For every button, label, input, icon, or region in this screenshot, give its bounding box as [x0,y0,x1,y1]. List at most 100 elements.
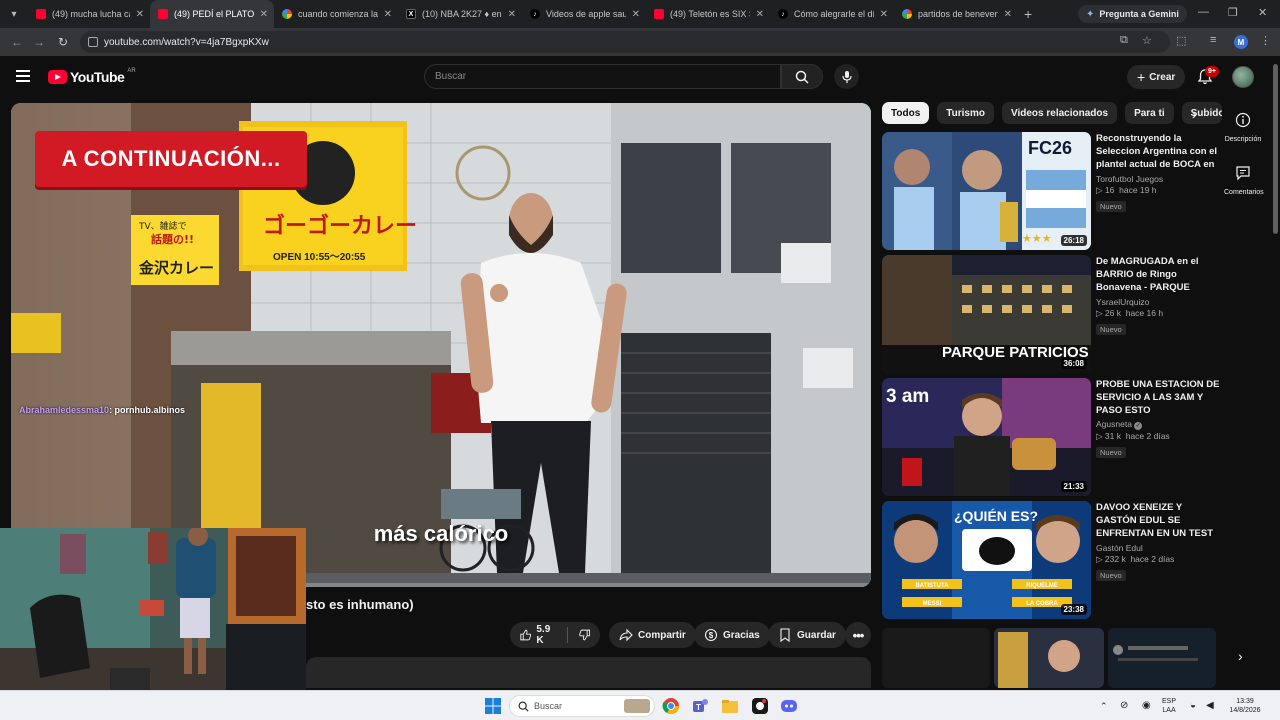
windows-start-icon[interactable] [484,697,502,715]
hamburger-menu-icon[interactable] [16,70,30,82]
voice-search-button[interactable] [834,64,859,89]
close-tab-icon[interactable]: ✕ [880,9,888,20]
close-tab-icon[interactable]: ✕ [384,9,392,20]
reading-list-icon[interactable]: ≡ [1210,34,1216,46]
volume-icon[interactable]: ◀ [1206,701,1214,711]
browser-tab[interactable]: ♪ Cómo alegrarle el día ✕ [770,0,894,28]
dislike-thumb-down-icon[interactable] [578,628,590,642]
discord-icon[interactable] [780,697,798,715]
channel-name[interactable]: Agusneta ✓ [1096,419,1220,430]
video-thumbnail[interactable]: 3 am 21:33 [882,378,1091,496]
recommendation-row-partial[interactable] [882,628,1216,688]
search-button[interactable] [781,64,823,89]
close-tab-icon[interactable]: ✕ [508,9,516,20]
maximize-icon[interactable]: ❐ [1228,6,1238,19]
chip-para-ti[interactable]: Para ti [1125,102,1174,124]
recommendation-item[interactable]: PARQUE PATRICIOS 36:08 De MAGRUGADA en e… [882,255,1222,373]
close-tab-icon[interactable]: ✕ [1004,9,1012,20]
chrome-icon[interactable] [662,697,680,715]
more-actions-button[interactable]: ••• [845,622,871,648]
play-count-icon: ▷ [1096,554,1105,564]
video-thumbnail[interactable]: FC26 ★★★ 26:18 [882,132,1091,250]
browser-tab[interactable]: cuando comienza la ✕ [274,0,398,28]
minimize-icon[interactable]: — [1198,6,1209,18]
thumbnail-label: 3 am [886,386,929,407]
reload-icon[interactable]: ↻ [50,35,76,49]
description-panel-button[interactable]: Descripción [1224,112,1262,143]
video-thumbnail[interactable]: PARQUE PATRICIOS 36:08 [882,255,1091,373]
browser-menu-icon[interactable]: ⋮ [1260,34,1271,47]
close-tab-icon[interactable]: ✕ [136,9,144,20]
google-icon [902,9,912,19]
site-info-icon[interactable] [88,37,98,47]
extensions-icon[interactable]: ⬚ [1176,34,1186,47]
chips-next-arrow-icon[interactable]: › [1192,106,1197,122]
recommendation-item[interactable]: ¿QUIÉN ES? BATISTUTA RIQUELME MESSI LA C… [882,501,1222,619]
app-icon[interactable] [751,697,769,715]
chip-subidos[interactable]: Subidos [1181,102,1222,124]
close-tab-icon[interactable]: ✕ [260,9,268,20]
video-player[interactable]: ゴーゴーカレー OPEN 10:55〜20:55 TV、雑誌で 話題の!! 金沢… [11,103,871,587]
taskbar-search-icon [518,701,529,712]
youtube-logo[interactable]: YouTube AR [48,68,136,85]
address-bar[interactable]: youtube.com/watch?v=4ja7BgxpKXw [80,31,1170,53]
browser-tab[interactable]: (49) Teletón es SIX SE ✕ [646,0,770,28]
forward-arrow-icon[interactable]: → [26,35,52,49]
search-box[interactable] [424,64,781,89]
file-explorer-icon[interactable] [721,697,739,715]
comments-panel-button[interactable]: Comentarios [1224,165,1264,196]
thanks-button[interactable]: $ Gracias [694,622,770,648]
like-thumb-up-icon[interactable] [520,628,532,642]
recommendation-item[interactable]: FC26 ★★★ 26:18 Reconstruyendo la Selecci… [882,132,1222,250]
language-indicator[interactable]: ESP LAA [1162,697,1176,715]
chip-videos-relacionados[interactable]: Videos relacionados [1001,102,1118,124]
bookmark-star-icon[interactable]: ☆ [1142,34,1152,47]
close-tab-icon[interactable]: ✕ [756,9,764,20]
tray-overflow-icon[interactable]: ⌃ [1100,702,1108,711]
search-icon [795,70,809,84]
channel-name[interactable]: Torofutbol Juegos [1096,174,1220,184]
shop-hours-text: OPEN 10:55〜20:55 [273,252,366,263]
tab-search-menu-icon[interactable]: ▾ [0,0,28,28]
new-tab-button[interactable]: + [1024,6,1032,22]
new-badge: Nuevo [1096,570,1126,581]
browser-tab-active[interactable]: (49) PEDÍ el PLATO c ✕ [150,0,274,28]
browser-tab[interactable]: (49) mucha lucha can ✕ [28,0,150,28]
recommendation-title[interactable]: PROBE UNA ESTACION DE SERVICIO A LAS 3AM… [1096,378,1220,417]
channel-name[interactable]: Gastón Edul [1096,543,1220,553]
teams-icon[interactable]: T [691,697,709,715]
install-app-icon[interactable]: ⧉ [1120,34,1128,47]
browser-tab[interactable]: partidos de benevent ✕ [894,0,1018,28]
play-count-icon: ▷ [1096,308,1105,318]
description-box[interactable] [306,657,871,688]
close-tab-icon[interactable]: ✕ [632,9,640,20]
account-avatar[interactable] [1232,66,1254,88]
recommendation-title[interactable]: De MAGRUGADA en el BARRIO de Ringo Bonav… [1096,255,1220,295]
browser-tab[interactable]: X (10) NBA 2K27 ♦ en ✕ [398,0,522,28]
clock[interactable]: 13:39 14/8/2026 [1222,697,1268,715]
page-scrollbar[interactable] [1273,64,1278,234]
recommendation-title[interactable]: DAVOO XENEIZE Y GASTÓN EDUL SE ENFRENTAN… [1096,501,1220,541]
taskbar-search[interactable]: Buscar [509,695,655,717]
save-button[interactable]: Guardar [768,622,846,648]
share-button[interactable]: Compartir [609,622,696,648]
rail-next-arrow-icon[interactable]: › [1238,648,1243,664]
recommendation-title[interactable]: Reconstruyendo la Seleccion Argentina co… [1096,132,1220,172]
like-count[interactable]: 5.9 K [536,624,555,646]
thumbnail-image: 3 am [882,378,1091,496]
gemini-button[interactable]: ✦ Pregunta a Gemini [1078,5,1187,23]
video-thumbnail[interactable]: ¿QUIÉN ES? BATISTUTA RIQUELME MESSI LA C… [882,501,1091,619]
microphone-tray-icon[interactable]: ◉ [1142,701,1151,711]
wifi-icon[interactable]: ◒ [1190,701,1196,711]
close-window-icon[interactable]: ✕ [1258,6,1267,19]
search-input[interactable] [435,71,780,82]
filter-chips: Todos Turismo Videos relacionados Para t… [882,102,1222,126]
browser-tab[interactable]: ♪ Videos de apple sauc ✕ [522,0,646,28]
profile-avatar[interactable]: M [1234,35,1248,49]
create-button[interactable]: + Crear [1127,65,1186,89]
channel-name[interactable]: YsraelUrquizo [1096,297,1220,307]
recommendation-item[interactable]: 3 am 21:33 PROBE UNA ESTACION DE SERVICI… [882,378,1222,496]
network-icon[interactable]: ⊘ [1120,701,1128,711]
chip-turismo[interactable]: Turismo [937,102,994,124]
chip-todos[interactable]: Todos [882,102,930,124]
